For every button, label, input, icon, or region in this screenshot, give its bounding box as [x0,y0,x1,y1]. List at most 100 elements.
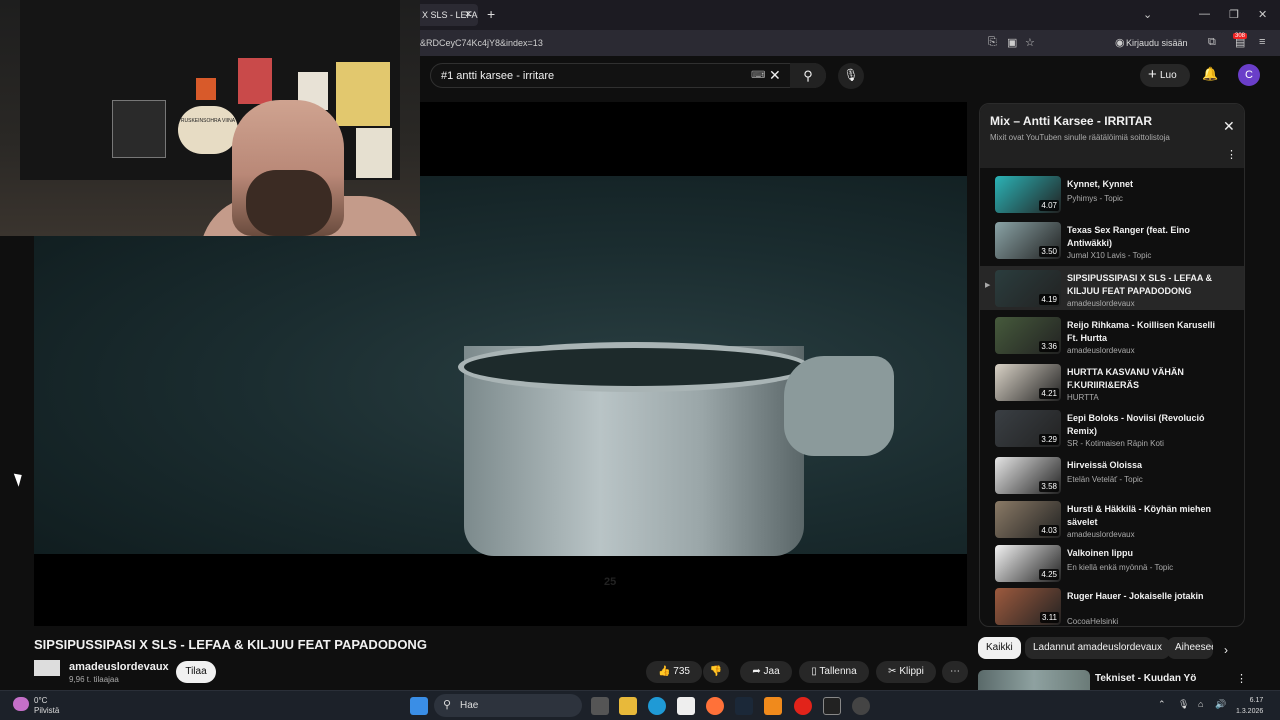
poster-paper [356,128,392,178]
minimize-icon[interactable]: — [1199,8,1210,20]
more-actions-button[interactable]: ⋯ [942,661,968,683]
chip-related[interactable]: Aiheeseen [1167,637,1213,659]
network-icon[interactable]: ⌂ [1198,699,1203,709]
obs-icon[interactable] [852,697,870,715]
microphone-tray-icon[interactable]: 🎙 [1178,699,1189,710]
opera-icon[interactable] [794,697,812,715]
dislike-button[interactable]: 👎 [703,661,729,683]
playlist-item[interactable]: 4.03 Hursti & Häkkilä - Köyhän miehen säv… [980,497,1244,541]
next-video-thumbnail[interactable] [978,670,1090,690]
playlist-item[interactable]: 4.21 HURTTA KASVANU VÄHÄN F.KURIIRI&ERÄS H… [980,360,1244,404]
taskbar-search[interactable]: ⚲ Hae [434,694,582,717]
playlist-thumbnail[interactable]: 4.07 [995,176,1061,213]
sign-in-button[interactable]: Kirjaudu sisään [1126,38,1188,48]
weather-widget[interactable]: 0°C Pilvistä [34,696,59,716]
chip-uploaded[interactable]: Ladannut amadeuslordevaux [1025,637,1170,659]
playlist-header: Mix – Antti Karsee - IRRITAR Mixit ovat … [980,104,1244,168]
playlist-thumbnail[interactable]: 4.21 [995,364,1061,401]
duration-badge: 4.21 [1039,388,1059,399]
poster-orange [196,78,216,100]
plus-icon: + [1148,66,1157,83]
extension-badge: 308 [1233,33,1248,39]
url-text[interactable]: &RDCeyC74Kc4jY8&index=13 [420,38,543,48]
close-tab-icon[interactable]: ✕ [464,9,472,20]
playlist-thumbnail[interactable]: 3.11 [995,588,1061,625]
chip-all[interactable]: Kaikki [978,637,1021,659]
playlist-item[interactable]: 3.50 Texas Sex Ranger (feat. Eino Antiwäk… [980,218,1244,262]
playlist-item[interactable]: 4.25 Valkoinen lippu En kiellä enkä myönnä… [980,541,1244,585]
bookmark-star-icon[interactable]: ☆ [1025,36,1035,49]
vlc-icon[interactable] [764,697,782,715]
playlist-item-channel: Pyhimys - Topic [1067,194,1123,203]
screenshot-icon[interactable]: ⎘ [988,36,997,49]
share-button[interactable]: ➦ Jaa [740,661,792,683]
share-label: Jaa [763,666,780,677]
chevron-right-icon[interactable]: › [1224,643,1228,657]
reader-icon[interactable]: ▣ [1007,36,1017,49]
close-playlist-icon[interactable]: ✕ [1223,118,1235,135]
playlist-item[interactable]: 3.58 Hirveissä Oloissa Etelän Veteläť - To… [980,453,1244,497]
duration-badge: 4.25 [1039,569,1059,580]
playlist-item-channel: amadeuslordevaux [1067,299,1135,308]
save-button[interactable]: ▯ Tallenna [799,661,869,683]
extensions-icon[interactable]: ⧉ [1208,36,1216,49]
new-tab-icon[interactable]: + [487,6,495,22]
thumbs-up-icon: 👍 [658,666,671,677]
search-input[interactable] [441,70,741,82]
clear-search-icon[interactable]: ✕ [769,67,781,84]
playlist-thumbnail[interactable]: 4.19 [995,270,1061,307]
file-explorer-icon[interactable] [619,697,637,715]
like-button[interactable]: 👍 735 [646,661,702,683]
playlist-item-channel: CocoaHelsinki [1067,617,1119,626]
browser-tab[interactable]: X SLS - LEFA ✕ [414,4,478,26]
close-window-icon[interactable]: ✕ [1258,8,1267,21]
tab-list-icon[interactable]: ⌄ [1143,8,1152,21]
subscribe-button[interactable]: Tilaa [176,661,216,683]
playlist-item-channel: HURTTA [1067,393,1099,402]
terminal-icon[interactable] [823,697,841,715]
tray-chevron-icon[interactable]: ⌃ [1158,699,1166,710]
playlist-thumbnail[interactable]: 3.29 [995,410,1061,447]
playlist-item-channel: amadeuslordevaux [1067,530,1135,539]
notifications-bell-icon[interactable]: 🔔 [1202,66,1218,82]
playlist-item-title: HURTTA KASVANU VÄHÄN F.KURIIRI&ERÄS [1067,367,1184,390]
duration-badge: 3.36 [1039,341,1059,352]
keyboard-icon[interactable]: ⌨ [751,70,765,81]
avatar[interactable]: C [1238,64,1260,86]
create-button[interactable]: + Luo [1140,64,1190,87]
playlist-item[interactable]: 3.36 Reijo Rihkama - Koillisen Karuselli … [980,313,1244,357]
duration-badge: 3.58 [1039,481,1059,492]
playlist-item[interactable]: 3.29 Eepi Boloks - Noviisi (Revolució Rem… [980,406,1244,450]
channel-avatar[interactable] [34,660,60,676]
playlist-thumbnail[interactable]: 3.50 [995,222,1061,259]
next-video-title[interactable]: Tekniset - Kuudan Yö [1095,673,1196,684]
channel-name[interactable]: amadeuslordevaux [69,661,169,673]
playlist-item[interactable]: 3.11 Ruger Hauer - Jokaiselle jotakin Coco… [980,584,1244,626]
task-view-icon[interactable] [591,697,609,715]
playlist-item-title: Kynnet, Kynnet [1067,179,1134,189]
taskbar-search-label: Hae [460,700,479,711]
video-title: SIPSIPUSSIPASI X SLS - LEFAA & KILJUU FE… [34,637,427,652]
maximize-icon[interactable]: ❐ [1229,8,1239,21]
clock[interactable]: 6.17 1.3.2026 [1236,695,1263,717]
clip-button[interactable]: ✂ Klippi [876,661,936,683]
windows-start-icon[interactable] [410,697,428,715]
search-button[interactable]: ⚲ [790,63,826,88]
playlist-item-channel: Jumal X10 Lavis - Topic [1067,251,1152,260]
playlist-thumbnail[interactable]: 4.03 [995,501,1061,538]
playlist-thumbnail[interactable]: 3.36 [995,317,1061,354]
playlist-item-title: Texas Sex Ranger (feat. Eino Antiwäkki) [1067,225,1190,248]
menu-icon[interactable]: ≡ [1259,36,1265,48]
steam-icon[interactable] [735,697,753,715]
edge-icon[interactable] [648,697,666,715]
firefox-icon[interactable] [706,697,724,715]
playlist-thumbnail[interactable]: 4.25 [995,545,1061,582]
store-icon[interactable] [677,697,695,715]
playlist-thumbnail[interactable]: 3.58 [995,457,1061,494]
playlist-item[interactable]: 4.07 Kynnet, Kynnet Pyhimys - Topic [980,172,1244,216]
voice-search-button[interactable]: 🎙 [838,63,864,89]
playlist-item[interactable]: ▶ 4.19 SIPSIPUSSIPASI X SLS - LEFAA & KILJ… [980,266,1244,310]
volume-icon[interactable]: 🔊 [1215,699,1226,710]
next-video-more-icon[interactable]: ⋮ [1236,672,1247,685]
playlist-more-icon[interactable]: ⋮ [1226,148,1237,161]
